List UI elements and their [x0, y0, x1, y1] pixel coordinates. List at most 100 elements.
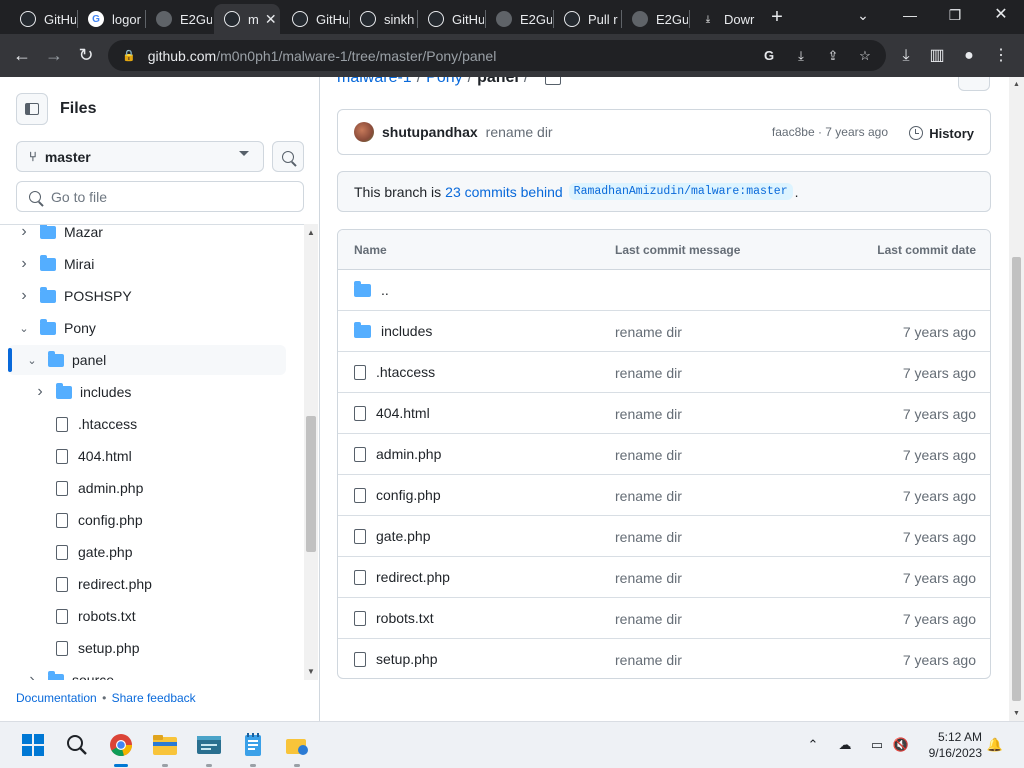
chrome-menu-icon[interactable]: ⋮ — [990, 45, 1012, 67]
browser-tab[interactable]: sinkh — [350, 4, 416, 34]
tree-folder-item[interactable]: ⌄ Pony — [8, 313, 286, 343]
downloads-icon[interactable]: ⤓ — [895, 45, 917, 67]
tree-scrollbar-thumb[interactable] — [306, 416, 316, 552]
forward-arrow-icon[interactable]: → — [42, 43, 66, 67]
folder-app-icon[interactable] — [282, 730, 312, 760]
scroll-down-arrow-icon[interactable]: ▼ — [307, 667, 315, 676]
file-name-link[interactable]: .. — [381, 282, 389, 298]
table-row[interactable]: robots.txt rename dir 7 years ago — [338, 598, 990, 639]
browser-tab[interactable]: GitHu — [418, 4, 484, 34]
table-row[interactable]: .htaccess rename dir 7 years ago — [338, 352, 990, 393]
volume-muted-icon[interactable]: 🔇 — [892, 736, 910, 754]
close-window-button[interactable]: ✕ — [986, 4, 1016, 26]
commit-message-link[interactable]: rename dir — [615, 488, 682, 504]
commit-message-link[interactable]: rename dir — [615, 611, 682, 627]
browser-tab[interactable]: E2Gu — [486, 4, 552, 34]
tree-folder-item[interactable]: › Mirai — [8, 249, 286, 279]
notification-bell-icon[interactable]: 🔔 — [986, 736, 1004, 754]
commit-message-link[interactable]: rename dir — [486, 124, 553, 140]
table-row[interactable]: 404.html rename dir 7 years ago — [338, 393, 990, 434]
tree-folder-item[interactable]: › POSHSPY — [8, 281, 286, 311]
close-tab-icon[interactable]: ✕ — [265, 11, 277, 28]
chevron-down-icon[interactable]: ⌄ — [16, 322, 32, 335]
file-name-link[interactable]: .htaccess — [376, 364, 435, 380]
chevron-right-icon[interactable]: › — [16, 287, 32, 305]
browser-tab[interactable]: ⤓ Dowr — [690, 4, 756, 34]
file-name-link[interactable]: includes — [381, 323, 432, 339]
commit-message-link[interactable]: rename dir — [615, 652, 682, 668]
tree-file-item[interactable]: redirect.php — [8, 569, 286, 599]
file-name-link[interactable]: setup.php — [376, 651, 438, 667]
tree-file-item[interactable]: robots.txt — [8, 601, 286, 631]
share-feedback-link[interactable]: Share feedback — [112, 691, 196, 705]
breadcrumb-repo-link[interactable]: malware-1 — [337, 77, 412, 87]
commit-message-link[interactable]: rename dir — [615, 529, 682, 545]
browser-tab[interactable]: GitHu — [282, 4, 348, 34]
table-row[interactable]: admin.php rename dir 7 years ago — [338, 434, 990, 475]
file-name-link[interactable]: 404.html — [376, 405, 430, 421]
table-row[interactable]: setup.php rename dir 7 years ago — [338, 639, 990, 678]
commit-author-link[interactable]: shutupandhax — [382, 124, 478, 140]
more-options-button[interactable]: ··· — [958, 77, 990, 91]
address-bar[interactable]: 🔒 github.com/m0n0ph1/malware-1/tree/mast… — [108, 40, 886, 71]
tree-file-item[interactable]: 404.html — [8, 441, 286, 471]
branch-selector-button[interactable]: ⑂ master — [16, 141, 264, 172]
tree-file-item[interactable]: setup.php — [8, 633, 286, 663]
breadcrumb-folder-link[interactable]: Pony — [426, 77, 462, 87]
scroll-up-arrow-icon[interactable]: ▲ — [307, 228, 315, 237]
tree-file-item[interactable]: admin.php — [8, 473, 286, 503]
chevron-right-icon[interactable]: › — [16, 255, 32, 273]
chevron-up-icon[interactable]: ⌃ — [804, 736, 822, 754]
tree-folder-item[interactable]: › Mazar — [8, 225, 286, 247]
tree-folder-item[interactable]: ⌄ panel — [8, 345, 286, 375]
notepad-icon[interactable] — [238, 730, 268, 760]
onedrive-icon[interactable]: ☁ — [836, 736, 854, 754]
avatar[interactable] — [354, 122, 374, 142]
tree-file-item[interactable]: config.php — [8, 505, 286, 535]
collapse-sidebar-icon[interactable] — [16, 93, 48, 125]
file-name-link[interactable]: robots.txt — [376, 610, 434, 626]
windows-start-icon[interactable] — [18, 730, 48, 760]
google-lens-icon[interactable]: G — [760, 47, 778, 65]
file-explorer-icon[interactable] — [150, 730, 180, 760]
go-to-file-field[interactable] — [16, 181, 304, 212]
file-name-link[interactable]: gate.php — [376, 528, 431, 544]
history-button[interactable]: History — [909, 119, 974, 147]
table-row[interactable]: gate.php rename dir 7 years ago — [338, 516, 990, 557]
upstream-ref[interactable]: RamadhanAmizudin/malware:master — [568, 183, 793, 200]
tree-folder-item[interactable]: › source — [8, 665, 286, 680]
network-icon[interactable]: ▭ — [868, 736, 886, 754]
search-icon[interactable] — [62, 730, 92, 760]
tree-file-item[interactable]: .htaccess — [8, 409, 286, 439]
tree-file-item[interactable]: gate.php — [8, 537, 286, 567]
reload-icon[interactable]: ↻ — [74, 43, 98, 67]
new-tab-button[interactable]: + — [766, 6, 788, 28]
restore-button[interactable]: ❐ — [940, 4, 970, 26]
documentation-link[interactable]: Documentation — [16, 691, 97, 705]
chrome-icon[interactable] — [106, 730, 136, 760]
browser-tab[interactable]: E2Gu — [146, 4, 212, 34]
page-scrollbar[interactable]: ▲ ▼ — [1009, 77, 1024, 721]
tree-scrollbar[interactable]: ▲ ▼ — [304, 224, 318, 680]
search-code-button[interactable] — [272, 141, 304, 172]
bookmark-star-icon[interactable]: ☆ — [856, 47, 874, 65]
browser-tab[interactable]: Glogor — [78, 4, 144, 34]
file-name-link[interactable]: redirect.php — [376, 569, 450, 585]
browser-tab[interactable]: m ✕ — [214, 4, 280, 34]
scroll-up-arrow-icon[interactable]: ▲ — [1013, 81, 1020, 88]
file-name-link[interactable]: admin.php — [376, 446, 441, 462]
commit-message-link[interactable]: rename dir — [615, 324, 682, 340]
terminal-icon[interactable] — [194, 730, 224, 760]
commit-message-link[interactable]: rename dir — [615, 365, 682, 381]
browser-tab[interactable]: E2Gu — [622, 4, 688, 34]
tree-folder-item[interactable]: › includes — [8, 377, 286, 407]
table-row[interactable]: .. — [338, 270, 990, 311]
chevron-down-icon[interactable]: ⌄ — [24, 354, 40, 367]
table-row[interactable]: redirect.php rename dir 7 years ago — [338, 557, 990, 598]
system-clock[interactable]: 5:12 AM 9/16/2023 — [922, 729, 982, 761]
file-name-link[interactable]: config.php — [376, 487, 441, 503]
scroll-down-arrow-icon[interactable]: ▼ — [1013, 710, 1020, 717]
commit-message-link[interactable]: rename dir — [615, 447, 682, 463]
side-panel-icon[interactable]: ▥ — [926, 45, 948, 67]
chevron-right-icon[interactable]: › — [32, 383, 48, 401]
